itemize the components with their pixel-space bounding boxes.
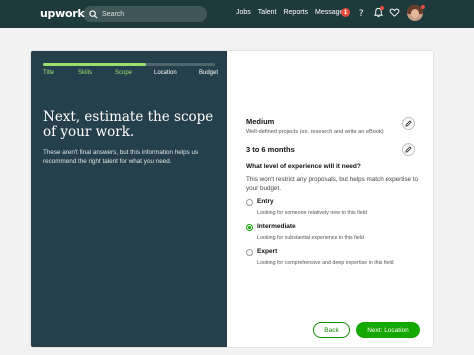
step-labels: Title Skills Scope Location Budget [43, 70, 219, 80]
top-nav: upwork Search Jobs Talent Reports Messag… [0, 0, 474, 28]
pencil-icon [405, 120, 412, 127]
option-desc: Looking for someone relatively new to th… [257, 210, 367, 216]
radio-entry[interactable] [246, 199, 253, 206]
left-panel: Title Skills Scope Location Budget Next,… [31, 51, 227, 347]
radio-expert[interactable] [246, 249, 253, 256]
next-location-button[interactable]: Next: Location [356, 322, 420, 338]
progress-fill [43, 63, 147, 66]
heart-icon[interactable] [389, 7, 400, 18]
option-desc: Looking for comprehensive and deep exper… [257, 260, 394, 266]
option-label: Expert [257, 248, 278, 255]
upwork-logo[interactable]: upwork [40, 7, 85, 20]
messages-badge: 1 [341, 8, 350, 17]
scope-size-desc: Well-defined projects (ex. research and … [246, 129, 384, 135]
experience-help: This won't restrict any proposals, but h… [246, 176, 418, 192]
search-placeholder: Search [102, 10, 125, 18]
avatar-status-dot [421, 5, 425, 9]
step-skills: Skills [78, 70, 93, 76]
nav-jobs[interactable]: Jobs [236, 9, 251, 16]
step-location: Location [154, 70, 177, 76]
scope-size-title: Medium [246, 117, 275, 126]
nav-links: Jobs Talent Reports Messages [236, 9, 347, 16]
notification-dot [380, 6, 384, 10]
option-label: Entry [257, 198, 274, 205]
back-button[interactable]: Back [313, 322, 350, 338]
right-panel: Medium Well-defined projects (ex. resear… [227, 51, 433, 347]
edit-size-button[interactable] [402, 117, 415, 130]
scope-card: Title Skills Scope Location Budget Next,… [30, 50, 434, 348]
page-subtitle: These aren't final answers, but this inf… [43, 149, 199, 165]
progress-bar [43, 63, 215, 66]
avatar-face [411, 9, 419, 18]
edit-duration-button[interactable] [402, 143, 415, 156]
page-title: Next, estimate the scope of your work. [43, 109, 214, 140]
search-input[interactable]: Search [83, 6, 207, 22]
pencil-icon [405, 146, 412, 153]
option-label: Intermediate [257, 223, 296, 230]
nav-reports[interactable]: Reports [283, 9, 308, 16]
option-desc: Looking for substantial experience in th… [257, 235, 364, 241]
step-title: Title [43, 70, 55, 76]
duration-title: 3 to 6 months [246, 145, 295, 154]
step-budget: Budget [199, 70, 219, 76]
experience-question: What level of experience will it need? [246, 163, 361, 170]
search-icon [89, 9, 98, 18]
radio-intermediate[interactable] [246, 224, 253, 231]
svg-text:?: ? [359, 8, 364, 18]
nav-talent[interactable]: Talent [258, 9, 277, 16]
help-icon[interactable]: ? [356, 7, 367, 18]
step-scope: Scope [115, 70, 133, 76]
